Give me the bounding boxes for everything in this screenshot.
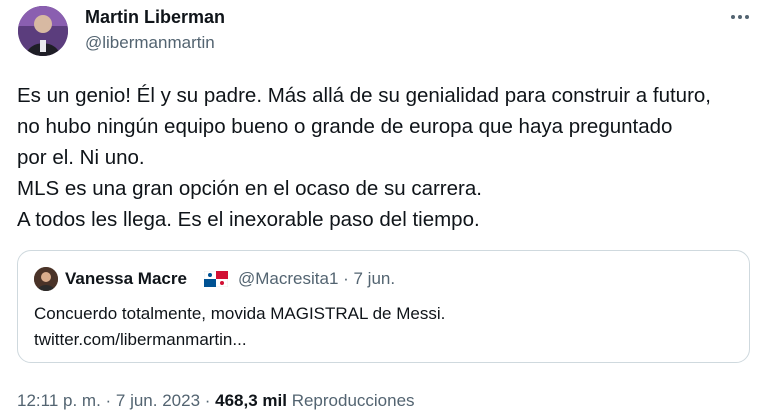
tweet-line: no hubo ningún equipo bueno o grande de … (17, 115, 673, 138)
views-label: Reproducciones (286, 391, 415, 410)
tweet-line: Es un genio! Él y su padre. Más allá de … (17, 84, 711, 107)
panama-flag-icon (203, 270, 229, 288)
views-count: 468,3 mil (215, 391, 287, 410)
author-name[interactable]: Martin Liberman (85, 6, 225, 28)
tweet-meta: 12:11 p. m. · 7 jun. 2023 · 468,3 mil Re… (17, 389, 415, 413)
tweet-line: A todos les llega. Es el inexorable paso… (17, 208, 480, 231)
timestamp[interactable]: 12:11 p. m. · 7 jun. 2023 · (17, 391, 215, 410)
quote-link[interactable]: twitter.com/libermanmartin... (34, 327, 734, 353)
tweet-line: MLS es una gran opción en el ocaso de su… (17, 177, 482, 200)
quoted-tweet[interactable]: Vanessa Macre @Macresita1 · 7 jun. Concu… (17, 250, 750, 363)
quote-author-handle[interactable]: @Macresita1 · 7 jun. (238, 267, 395, 291)
quote-author-name[interactable]: Vanessa Macre (65, 267, 187, 291)
quote-author-avatar[interactable] (34, 267, 58, 291)
tweet-line: por el. Ni uno. (17, 146, 145, 169)
quote-text: Concuerdo totalmente, movida MAGISTRAL d… (34, 301, 734, 353)
quote-text-line: Concuerdo totalmente, movida MAGISTRAL d… (34, 304, 446, 323)
author-handle[interactable]: @libermanmartin (85, 32, 215, 54)
author-avatar[interactable] (18, 6, 68, 56)
more-icon[interactable] (728, 6, 752, 28)
tweet-text: Es un genio! Él y su padre. Más allá de … (17, 80, 757, 235)
